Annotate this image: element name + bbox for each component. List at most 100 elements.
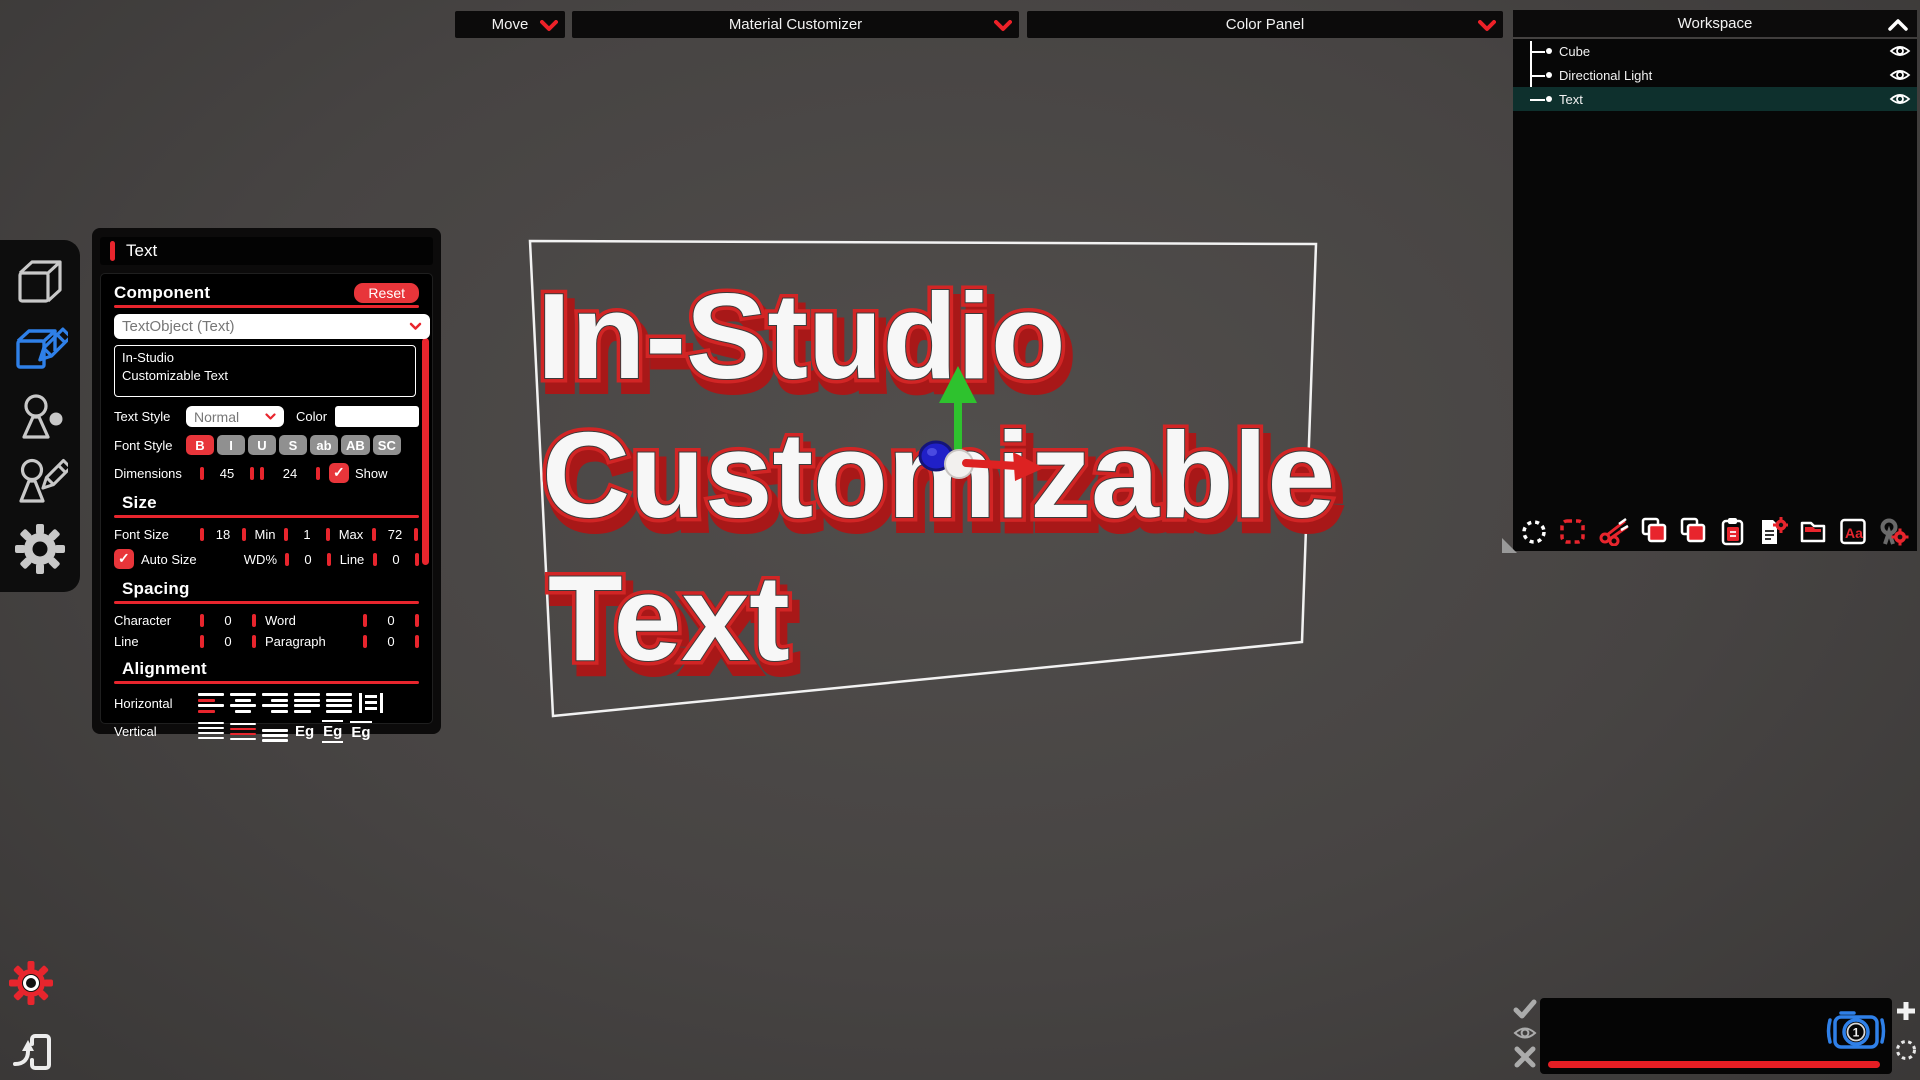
quick-settings-gear-icon[interactable] [8, 960, 54, 1006]
align-geometry-center-button[interactable] [358, 693, 384, 713]
line-label: Line [331, 552, 373, 567]
panel-resize-handle[interactable] [1502, 538, 1517, 553]
dimensions-width-value[interactable]: 45 [204, 466, 250, 481]
font-size-value[interactable]: 18 [204, 527, 242, 542]
camera-capture-button[interactable]: 1 [1826, 1004, 1886, 1058]
create-object-tool-icon[interactable] [13, 256, 67, 308]
workspace-panel: Workspace Cube Directional Light Text [1513, 10, 1917, 551]
confirm-check-icon[interactable] [1513, 998, 1537, 1020]
paste-icon[interactable] [1719, 516, 1747, 546]
align-flush-button[interactable] [326, 693, 352, 713]
valign-middle-button[interactable] [230, 722, 256, 742]
svg-text:Text: Text [548, 550, 790, 686]
settings-gear-icon[interactable] [13, 522, 67, 576]
character-spacing-value[interactable]: 0 [204, 613, 252, 628]
color-swatch[interactable] [335, 406, 419, 427]
add-capture-icon[interactable] [1895, 1000, 1917, 1022]
slider-tick[interactable] [414, 528, 418, 541]
refresh-icon[interactable] [1521, 516, 1548, 546]
auto-size-checkbox[interactable] [114, 549, 134, 569]
selection-region-icon[interactable] [1559, 516, 1587, 546]
min-value[interactable]: 1 [288, 527, 326, 542]
duplicate-icon[interactable] [1679, 516, 1707, 546]
valign-midline-button[interactable]: Eg [322, 720, 343, 743]
slider-tick[interactable] [252, 635, 256, 648]
word-spacing-value[interactable]: 0 [367, 613, 415, 628]
preview-eye-icon[interactable] [1513, 1025, 1537, 1041]
svg-text:Aa: Aa [1845, 525, 1863, 541]
strikethrough-button[interactable]: S [279, 435, 307, 455]
cut-icon[interactable] [1599, 516, 1629, 546]
chevron-up-icon[interactable] [1887, 18, 1909, 31]
slider-tick[interactable] [252, 614, 256, 627]
paragraph-spacing-value[interactable]: 0 [367, 634, 415, 649]
cancel-x-icon[interactable] [1513, 1046, 1537, 1068]
edit-object-tool-icon[interactable] [12, 321, 68, 377]
uppercase-button[interactable]: AB [341, 435, 370, 455]
align-left-button[interactable] [198, 693, 224, 713]
dimensions-height-value[interactable]: 24 [264, 466, 316, 481]
security-settings-icon[interactable] [1879, 516, 1909, 546]
workspace-hierarchy: Cube Directional Light Text [1513, 39, 1917, 551]
capture-actions-column [1513, 998, 1537, 1068]
vertical-alignment-label: Vertical [114, 724, 198, 739]
workspace-header[interactable]: Workspace [1513, 10, 1917, 37]
max-value[interactable]: 72 [376, 527, 414, 542]
line-spacing-value[interactable]: 0 [204, 634, 252, 649]
word-spacing-label: Word [265, 613, 296, 628]
alignment-section-header: Alignment [122, 659, 419, 679]
underline-button[interactable]: U [248, 435, 276, 455]
align-right-button[interactable] [262, 693, 288, 713]
align-center-button[interactable] [230, 693, 256, 713]
svg-text:In-Studio: In-Studio [537, 268, 1066, 404]
valign-baseline-button[interactable]: Eg [294, 722, 315, 741]
gizmo-x-axis [966, 463, 1018, 466]
max-label: Max [330, 527, 372, 542]
slider-tick[interactable] [250, 467, 254, 480]
valign-bottom-button[interactable] [262, 722, 288, 742]
capture-progress-bar[interactable] [1548, 1061, 1880, 1068]
paragraph-spacing-label: Paragraph [265, 634, 326, 649]
valign-top-button[interactable] [198, 722, 224, 742]
slider-tick[interactable] [415, 553, 419, 566]
visibility-eye-icon[interactable] [1889, 43, 1911, 59]
valign-capline-button[interactable]: Eg [350, 721, 371, 742]
chevron-down-icon [265, 413, 276, 421]
line-value[interactable]: 0 [377, 552, 415, 567]
processing-spinner-icon[interactable] [1894, 1038, 1918, 1062]
font-style-label: Font Style [114, 438, 186, 453]
component-dropdown[interactable]: TextObject (Text) [114, 314, 430, 339]
visibility-eye-icon[interactable] [1889, 91, 1911, 107]
inspector-scrollbar[interactable] [422, 338, 429, 565]
hierarchy-item-directional-light[interactable]: Directional Light [1513, 63, 1917, 87]
visibility-eye-icon[interactable] [1889, 67, 1911, 83]
copy-icon[interactable] [1640, 516, 1668, 546]
show-checkbox[interactable] [329, 463, 349, 483]
wd-value[interactable]: 0 [289, 552, 327, 567]
reset-button[interactable]: Reset [354, 283, 419, 303]
text-style-icon[interactable]: Aa [1839, 516, 1868, 546]
text-style-dropdown[interactable]: Normal [186, 406, 284, 427]
exit-icon[interactable] [10, 1028, 52, 1074]
lowercase-button[interactable]: ab [310, 435, 338, 455]
smallcaps-button[interactable]: SC [373, 435, 401, 455]
italic-button[interactable]: I [217, 435, 245, 455]
inspector-content: Component Reset TextObject (Text) In-Stu… [100, 273, 433, 724]
hierarchy-item-cube[interactable]: Cube [1513, 39, 1917, 63]
text-content-input[interactable]: In-Studio Customizable Text [114, 345, 416, 397]
align-justified-button[interactable] [294, 693, 320, 713]
document-settings-icon[interactable] [1758, 516, 1788, 546]
inspector-title-bar: Text [100, 237, 433, 265]
bold-button[interactable]: B [186, 435, 214, 455]
item-label: Cube [1559, 44, 1590, 59]
slider-tick[interactable] [415, 614, 419, 627]
viewport-text-object[interactable]: In-Studio Customizable Text In-Studio Cu… [537, 268, 1341, 696]
edit-player-tool-icon[interactable] [12, 455, 68, 509]
horizontal-alignment-label: Horizontal [114, 696, 198, 711]
hierarchy-item-text[interactable]: Text [1513, 87, 1917, 111]
slider-tick[interactable] [316, 467, 320, 480]
slider-tick[interactable] [415, 635, 419, 648]
folder-icon[interactable] [1799, 516, 1827, 546]
player-tool-icon[interactable] [13, 389, 67, 443]
show-label: Show [355, 466, 388, 481]
